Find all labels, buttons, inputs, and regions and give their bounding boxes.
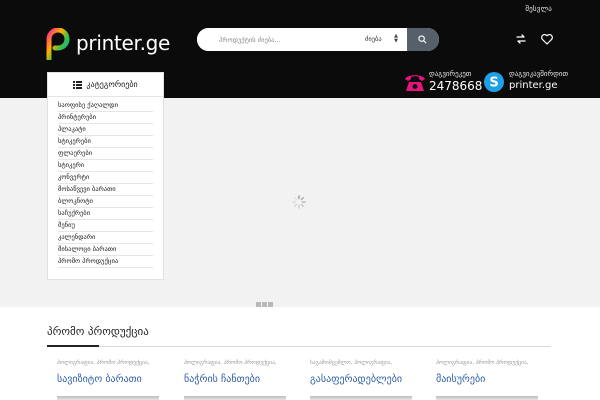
- search-button[interactable]: [407, 28, 439, 51]
- contact-phone[interactable]: დაგვირეკეთ 2478668: [403, 68, 482, 96]
- category-item[interactable]: მოსაწვევი ბარათი: [58, 184, 153, 196]
- skype-label: დაგვიკავშირდით: [509, 70, 569, 78]
- product-card[interactable]: საგამომცემლო, პოლიგრაფია, გასაფერადებლებ…: [310, 360, 420, 400]
- product-image[interactable]: [436, 396, 538, 400]
- category-item[interactable]: კალენდარი: [58, 232, 153, 244]
- category-item[interactable]: ბლოკნოტი: [58, 196, 153, 208]
- category-item[interactable]: პრინტერები: [58, 112, 153, 124]
- login-link[interactable]: შესვლა: [525, 5, 552, 13]
- promo-section-title: პრომო პროდუქცია: [47, 325, 149, 338]
- menu-list-icon: [73, 80, 83, 89]
- category-item[interactable]: სტიკერები: [58, 136, 153, 148]
- site-logo[interactable]: printer.ge: [46, 28, 170, 60]
- category-item[interactable]: პლაკატი: [58, 124, 153, 136]
- skype-handle: printer.ge: [509, 80, 558, 91]
- product-category[interactable]: პოლიგრაფია, პრომო პროდუქცია,: [57, 360, 150, 366]
- loading-spinner-icon: [292, 195, 306, 209]
- category-item[interactable]: პრომო პროდუქცია: [58, 256, 153, 268]
- product-image[interactable]: [310, 396, 412, 400]
- product-name[interactable]: სავიზიტო ბარათი: [57, 374, 142, 385]
- product-category[interactable]: პოლიგრაფია, პრომო პროდუქცია,: [184, 360, 277, 366]
- search-bar: ძიება ▲▼: [197, 28, 439, 51]
- product-image[interactable]: [184, 396, 286, 400]
- product-image[interactable]: [57, 396, 159, 400]
- category-menu-header[interactable]: კატეგორიები: [48, 73, 163, 97]
- search-input[interactable]: [197, 28, 357, 51]
- product-category[interactable]: პოლიგრაფია, პრომო პროდუქცია,: [436, 360, 529, 366]
- category-item[interactable]: საჩუქრები: [58, 208, 153, 220]
- compare-icon[interactable]: [514, 32, 528, 46]
- product-card[interactable]: პოლიგრაფია, პრომო პროდუქცია, მაისურები: [436, 360, 546, 400]
- logo-mark-icon: [46, 28, 70, 60]
- phone-label: დაგვირეკეთ: [429, 70, 472, 78]
- category-item[interactable]: ფლაერები: [58, 148, 153, 160]
- product-name[interactable]: მაისურები: [436, 374, 485, 385]
- phone-number: 2478668: [429, 79, 483, 93]
- category-item[interactable]: საოფისე ქაღალდი: [58, 100, 153, 112]
- skype-icon: S: [484, 72, 504, 92]
- search-select-value: ძიება: [365, 35, 382, 43]
- promo-divider: [47, 346, 551, 347]
- category-list: საოფისე ქაღალდი პრინტერები პლაკატი სტიკე…: [48, 97, 163, 268]
- category-item[interactable]: მენიუ: [58, 220, 153, 232]
- heart-icon[interactable]: [540, 32, 554, 46]
- category-item[interactable]: მისალოცი ბარათი: [58, 244, 153, 256]
- category-menu-title: კატეგორიები: [86, 80, 138, 89]
- sort-arrows-icon: ▲ ▼: [394, 33, 398, 44]
- product-name[interactable]: ნაჭრის ჩანთები: [184, 374, 260, 385]
- search-category-select[interactable]: ძიება ▲ ▼: [357, 28, 404, 51]
- category-item[interactable]: კონვერტი: [58, 172, 153, 184]
- promo-divider-accent: [47, 345, 99, 347]
- category-menu: კატეგორიები საოფისე ქაღალდი პრინტერები პ…: [47, 72, 164, 280]
- logo-text: printer.ge: [76, 31, 171, 55]
- telephone-icon: [405, 75, 425, 91]
- contact-skype[interactable]: S დაგვიკავშირდით printer.ge: [483, 68, 568, 96]
- product-card[interactable]: პოლიგრაფია, პრომო პროდუქცია, ნაჭრის ჩანთ…: [184, 360, 294, 400]
- slider-dots-icon[interactable]: [256, 292, 278, 307]
- search-icon: [418, 35, 427, 44]
- category-item[interactable]: სტიკერი: [58, 160, 153, 172]
- product-card[interactable]: პოლიგრაფია, პრომო პროდუქცია, სავიზიტო ბა…: [57, 360, 167, 400]
- product-category[interactable]: საგამომცემლო, პოლიგრაფია,: [310, 360, 392, 366]
- svg-text:S: S: [489, 76, 498, 91]
- product-name[interactable]: გასაფერადებლები: [310, 374, 402, 385]
